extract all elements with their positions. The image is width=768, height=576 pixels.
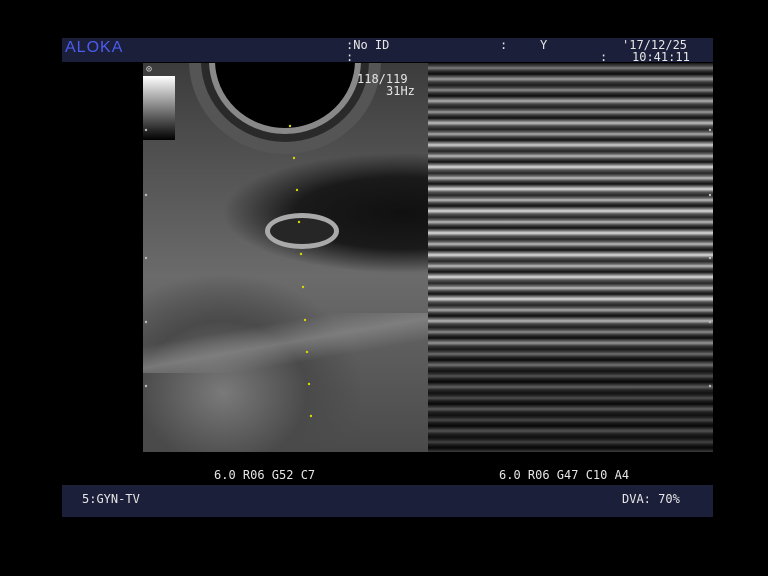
b-mode-params: 6.0 R06 G52 C7	[214, 468, 316, 482]
dva-readout: DVA: 70%	[622, 492, 680, 506]
exam-preset: 5:GYN-TV	[82, 492, 140, 506]
footer-bar	[62, 485, 713, 517]
m-mode-params: 6.0 R06 G47 C10 A4	[499, 468, 630, 482]
